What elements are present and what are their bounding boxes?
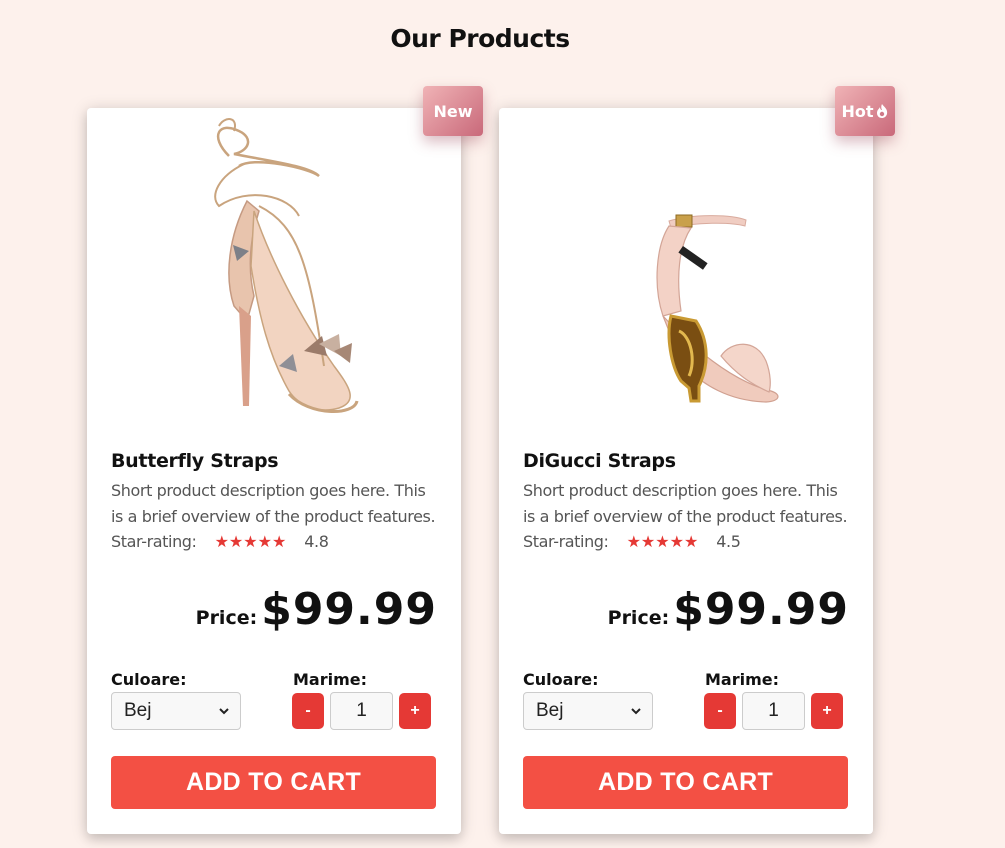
- product-name: DiGucci Straps: [523, 450, 676, 472]
- price-label: Price:: [195, 607, 258, 629]
- rating-value: 4.5: [716, 532, 741, 551]
- color-select-value: Bej: [124, 700, 152, 721]
- product-card: Hot DiGucci Straps Short product descrip…: [499, 86, 895, 834]
- badge-label: Hot: [841, 101, 874, 121]
- price-row: Price: $99.99: [608, 584, 849, 635]
- badge-label: New: [433, 101, 473, 121]
- product-description: Short product description goes here. Thi…: [111, 481, 436, 526]
- quantity-input[interactable]: 1: [330, 692, 393, 730]
- size-label: Marime:: [705, 670, 780, 689]
- chevron-down-icon: [219, 708, 229, 715]
- color-select[interactable]: Bej: [523, 692, 653, 730]
- hot-badge: Hot: [835, 86, 895, 136]
- add-to-cart-button[interactable]: ADD TO CART: [523, 756, 848, 809]
- size-label: Marime:: [293, 670, 368, 689]
- increment-button[interactable]: +: [399, 693, 431, 729]
- product-card: New Butterfly Straps Short product descr…: [87, 86, 483, 834]
- increment-button[interactable]: +: [811, 693, 843, 729]
- rating-label: Star-rating:: [523, 532, 609, 551]
- color-select[interactable]: Bej: [111, 692, 241, 730]
- price-label: Price:: [607, 607, 670, 629]
- quantity-input[interactable]: 1: [742, 692, 805, 730]
- decrement-button[interactable]: -: [704, 693, 736, 729]
- star-rating-icon: ★★★★★: [626, 532, 699, 551]
- star-rating-icon: ★★★★★: [214, 532, 287, 551]
- product-image[interactable]: [571, 116, 801, 426]
- product-image[interactable]: [159, 116, 389, 426]
- new-badge: New: [423, 86, 483, 136]
- color-select-value: Bej: [536, 700, 564, 721]
- rating-value: 4.8: [304, 532, 329, 551]
- color-label: Culoare:: [523, 670, 599, 689]
- fire-icon: [876, 104, 887, 118]
- rating-row: Star-rating: ★★★★★ 4.5: [523, 532, 741, 551]
- add-to-cart-button[interactable]: ADD TO CART: [111, 756, 436, 809]
- product-name: Butterfly Straps: [111, 450, 279, 472]
- rating-label: Star-rating:: [111, 532, 197, 551]
- price-value: $99.99: [673, 584, 849, 635]
- color-label: Culoare:: [111, 670, 187, 689]
- price-value: $99.99: [261, 584, 437, 635]
- rating-row: Star-rating: ★★★★★ 4.8: [111, 532, 329, 551]
- page-title: Our Products: [390, 24, 570, 53]
- chevron-down-icon: [631, 708, 641, 715]
- price-row: Price: $99.99: [196, 584, 437, 635]
- product-description: Short product description goes here. Thi…: [523, 481, 848, 526]
- decrement-button[interactable]: -: [292, 693, 324, 729]
